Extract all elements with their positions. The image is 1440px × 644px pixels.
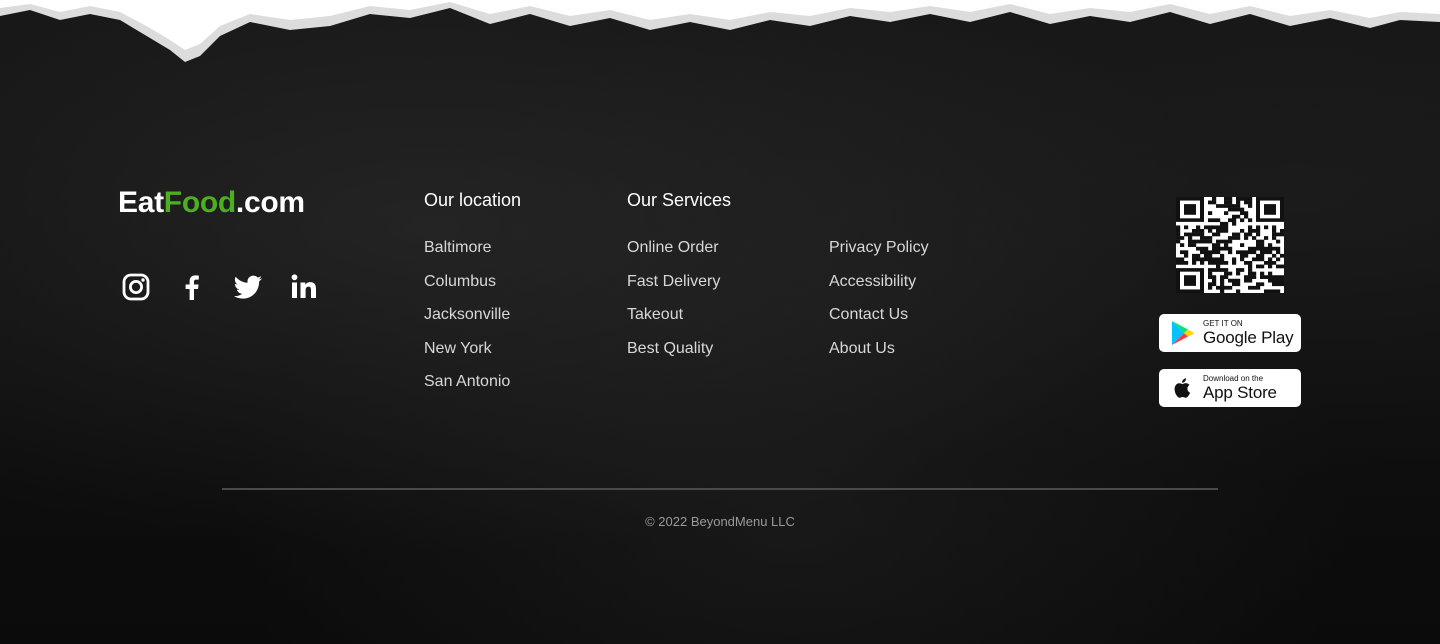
app-store-button[interactable]: Download on the App Store [1159,369,1301,407]
location-link[interactable]: San Antonio [424,370,510,404]
services-list: Online Order Fast Delivery Takeout Best … [627,236,720,370]
footer-divider [222,488,1218,490]
about-us-link[interactable]: About Us [829,337,929,371]
accessibility-link[interactable]: Accessibility [829,270,929,304]
instagram-icon[interactable] [120,271,152,303]
locations-title: Our location [424,190,522,210]
torn-paper-edge [0,0,1440,62]
app-store-caption: Download on the [1203,374,1264,383]
service-link[interactable]: Online Order [627,236,720,270]
service-link[interactable]: Best Quality [627,337,720,371]
qr-code [1176,197,1284,293]
facebook-icon[interactable] [176,271,208,303]
privacy-policy-link[interactable]: Privacy Policy [829,236,929,270]
location-link[interactable]: New York [424,337,510,371]
apple-icon [1167,373,1197,403]
brand-logo[interactable]: EatFood.com [118,186,305,220]
location-link[interactable]: Columbus [424,270,510,304]
location-link[interactable]: Jacksonville [424,303,510,337]
google-play-icon [1167,318,1197,348]
services-title: Our Services [627,190,732,210]
site-footer: EatFood.com Our location Baltimore Colum… [0,0,1440,644]
locations-list: Baltimore Columbus Jacksonville New York… [424,236,510,404]
twitter-icon[interactable] [232,271,264,303]
info-links-list: Privacy Policy Accessibility Contact Us … [829,236,929,370]
linkedin-icon[interactable] [288,271,320,303]
service-link[interactable]: Fast Delivery [627,270,720,304]
location-link[interactable]: Baltimore [424,236,510,270]
google-play-label: Google Play [1203,328,1294,347]
service-link[interactable]: Takeout [627,303,720,337]
copyright-text: © 2022 BeyondMenu LLC [645,514,795,529]
contact-us-link[interactable]: Contact Us [829,303,929,337]
google-play-button[interactable]: GET IT ON Google Play [1159,314,1301,352]
app-store-label: App Store [1203,383,1277,402]
google-play-caption: GET IT ON [1203,319,1243,328]
